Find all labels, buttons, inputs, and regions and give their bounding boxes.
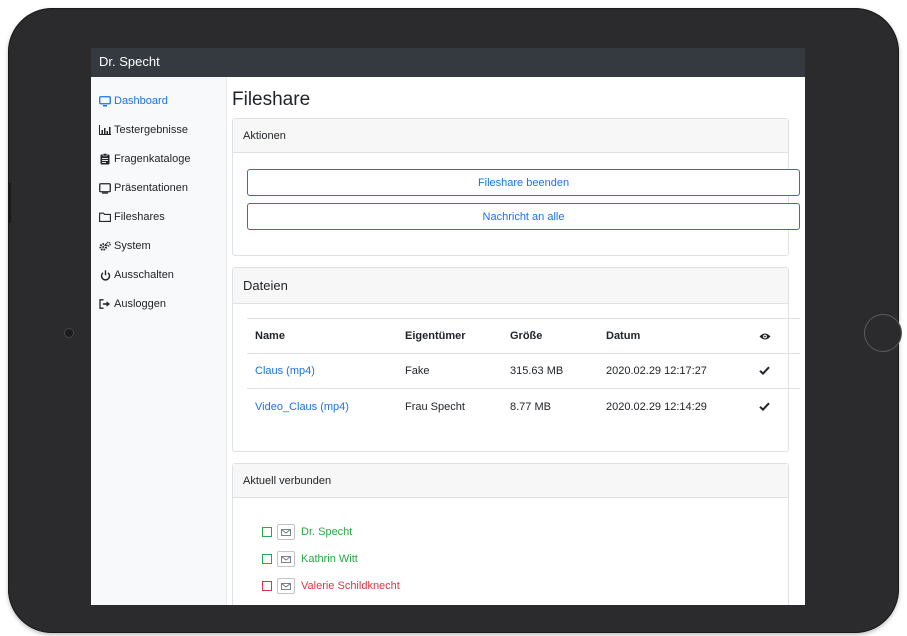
chart-icon [99,124,111,136]
file-owner: Fake [405,364,430,377]
monitor-icon [99,95,111,107]
actions-card-header: Aktionen [233,119,788,153]
files-card-header: Dateien [233,268,788,304]
sidebar-item-label: Ausloggen [114,298,166,310]
cogs-icon [99,240,111,252]
column-header-owner: Eigentümer [405,330,466,342]
connected-user: Dr. Specht [262,523,352,541]
file-link[interactable]: Claus (mp4) [255,353,315,388]
message-button[interactable] [277,551,295,567]
home-button[interactable] [864,314,902,352]
column-header-name: Name [255,330,285,342]
sidebar-item-label: Fragenkataloge [114,153,191,165]
sidebar: Dashboard Testergebnisse Fragenkataloge … [91,77,227,605]
sidebar-item-testergebnisse[interactable]: Testergebnisse [99,120,188,140]
camera-icon [64,328,74,338]
screen: Dr. Specht Dashboard Testergebnisse Frag… [91,48,805,605]
sidebar-item-ausloggen[interactable]: Ausloggen [99,294,166,314]
power-icon [99,269,111,281]
sidebar-item-dashboard[interactable]: Dashboard [99,91,168,111]
file-date: 2020.02.29 12:17:27 [606,364,707,377]
main-content: Fileshare Aktionen Fileshare beenden Nac… [227,77,805,605]
navbar: Dr. Specht [91,48,805,77]
column-header-size: Größe [510,330,543,342]
message-button[interactable] [277,524,295,540]
sidebar-item-label: Dashboard [114,95,168,107]
connected-user: Valerie Schildknecht [262,577,400,595]
sidebar-item-fragenkataloge[interactable]: Fragenkataloge [99,149,190,169]
folder-icon [99,211,111,223]
file-owner: Frau Specht [405,400,465,413]
clipboard-icon [99,153,111,165]
sidebar-item-fileshares[interactable]: Fileshares [99,207,165,227]
file-link[interactable]: Video_Claus (mp4) [255,389,349,424]
sidebar-item-label: Ausschalten [114,269,174,281]
sidebar-item-ausschalten[interactable]: Ausschalten [99,265,174,285]
sidebar-item-system[interactable]: System [99,236,151,256]
connected-user: Kathrin Witt [262,550,358,568]
message-all-button[interactable]: Nachricht an alle [247,203,800,230]
brand[interactable]: Dr. Specht [99,54,160,69]
actions-card: Aktionen Fileshare beenden Nachricht an … [232,118,800,256]
envelope-icon [281,582,291,590]
sidebar-item-label: Präsentationen [114,182,188,194]
sidebar-item-label: System [114,240,151,252]
sidebar-item-label: Fileshares [114,211,165,223]
table-header-row: Name Eigentümer Größe Datum [247,318,800,354]
file-size: 315.63 MB [510,364,564,377]
file-date: 2020.02.29 12:14:29 [606,400,707,413]
user-name: Kathrin Witt [301,553,358,565]
sidebar-item-praesentationen[interactable]: Präsentationen [99,178,188,198]
file-size: 8.77 MB [510,400,551,413]
message-button[interactable] [277,578,295,594]
status-checkbox[interactable] [262,554,272,564]
envelope-icon [281,555,291,563]
table-row: Video_Claus (mp4) Frau Specht 8.77 MB 20… [247,388,800,424]
presentation-icon [99,182,111,194]
table-row: Claus (mp4) Fake 315.63 MB 2020.02.29 12… [247,353,800,388]
connected-card: Aktuell verbunden Dr. Specht Kathrin Wit… [232,463,789,605]
tablet-side-button [8,183,11,223]
eye-icon [759,319,771,353]
status-checkbox[interactable] [262,527,272,537]
envelope-icon [281,528,291,536]
user-name: Dr. Specht [301,526,353,538]
sign-out-icon [99,298,111,310]
check-icon [759,389,770,424]
column-header-date: Datum [606,330,641,342]
sidebar-item-label: Testergebnisse [114,124,188,136]
page-title: Fileshare [232,89,311,110]
connected-card-header: Aktuell verbunden [233,464,788,498]
check-icon [759,353,770,388]
files-card: Dateien Name Eigentümer Größe Datum Clau… [232,267,800,452]
status-checkbox[interactable] [262,581,272,591]
end-fileshare-button[interactable]: Fileshare beenden [247,169,800,196]
user-name: Valerie Schildknecht [301,580,400,592]
